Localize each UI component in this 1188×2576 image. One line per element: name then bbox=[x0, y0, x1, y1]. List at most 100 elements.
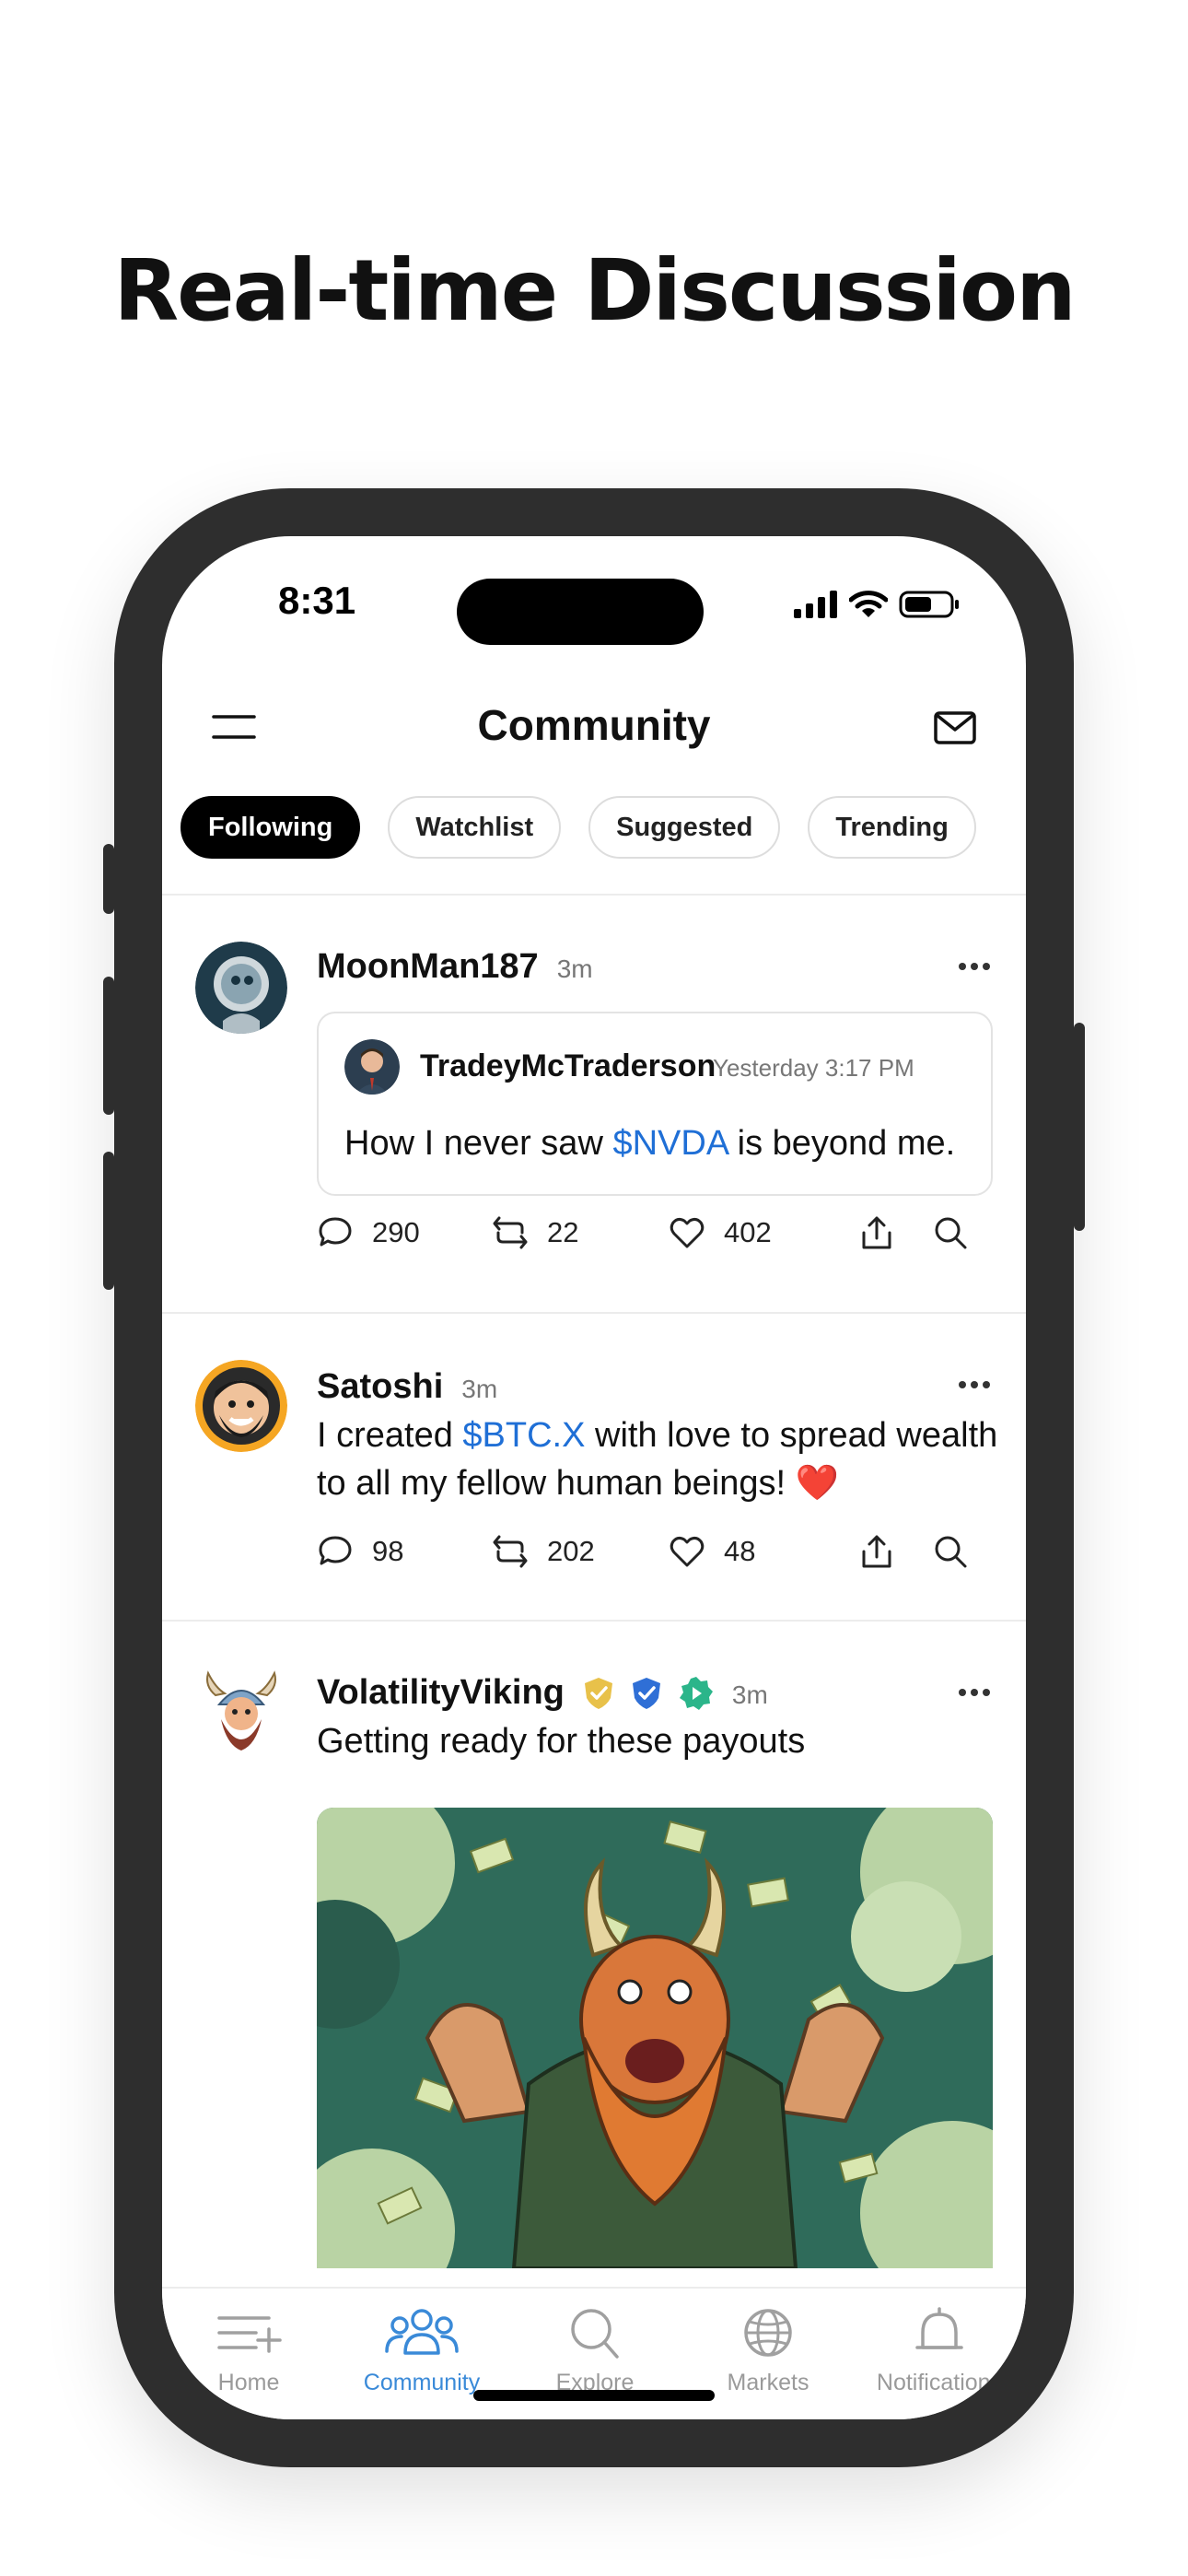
tab-label: Notifications bbox=[876, 2370, 1003, 2395]
blue-shield-badge-icon bbox=[632, 1677, 660, 1709]
repost-count: 22 bbox=[547, 1216, 579, 1248]
tab-markets[interactable]: Markets bbox=[681, 2305, 855, 2396]
comment-icon bbox=[319, 1217, 352, 1247]
chip-suggested[interactable]: Suggested bbox=[588, 796, 781, 859]
app-screen: 8:31 Community Following Watchlist Sugge… bbox=[162, 536, 1026, 2419]
text-segment: is beyond me. bbox=[728, 1124, 956, 1163]
search-icon bbox=[935, 1217, 967, 1249]
like-button[interactable]: 402 bbox=[669, 1214, 772, 1251]
bell-icon bbox=[915, 2307, 963, 2349]
divider bbox=[162, 1620, 1026, 1622]
post-text: I created $BTC.X with love to spread wea… bbox=[317, 1411, 998, 1507]
timestamp: 3m bbox=[556, 954, 593, 983]
comment-icon bbox=[319, 1536, 352, 1565]
share-button[interactable] bbox=[858, 1533, 895, 1570]
trader-avatar-icon bbox=[344, 1039, 400, 1095]
share-icon bbox=[862, 1535, 891, 1568]
more-icon[interactable] bbox=[958, 962, 991, 971]
more-icon[interactable] bbox=[958, 1688, 991, 1697]
quoted-text: How I never saw $NVDA is beyond me. bbox=[344, 1124, 955, 1164]
tab-label: Markets bbox=[727, 2370, 809, 2395]
search-icon bbox=[935, 1536, 967, 1568]
like-count: 48 bbox=[724, 1535, 756, 1567]
divider bbox=[162, 894, 1026, 896]
status-time: 8:31 bbox=[278, 579, 356, 622]
phone-volume-up bbox=[103, 977, 114, 1115]
phone-volume-down bbox=[103, 1152, 114, 1290]
username[interactable]: MoonMan187 bbox=[317, 947, 539, 987]
post-card[interactable]: Satoshi 3m I created $BTC.X with love to… bbox=[162, 1352, 1026, 1629]
ticker-link[interactable]: $BTC.X bbox=[462, 1416, 585, 1455]
status-icons bbox=[794, 590, 960, 619]
post-image[interactable] bbox=[317, 1808, 993, 2268]
badges bbox=[583, 1676, 714, 1711]
timestamp: 3m bbox=[461, 1375, 498, 1403]
divider bbox=[162, 1312, 1026, 1314]
tab-label: Community bbox=[363, 2370, 481, 2395]
post-header: VolatilityViking 3m bbox=[317, 1673, 768, 1713]
avatar[interactable] bbox=[195, 1360, 287, 1452]
heart-icon bbox=[670, 1217, 705, 1248]
home-list-icon bbox=[217, 2316, 282, 2353]
avatar[interactable] bbox=[195, 1668, 287, 1760]
post-card[interactable]: MoonMan187 3m TradeyMcTraderson Yesterda… bbox=[162, 932, 1026, 1301]
quoted-post[interactable]: TradeyMcTraderson Yesterday 3:17 PM How … bbox=[317, 1012, 993, 1196]
repost-button[interactable]: 22 bbox=[492, 1214, 578, 1251]
text-segment: How I never saw bbox=[344, 1124, 613, 1163]
repost-icon bbox=[493, 1216, 528, 1249]
comment-count: 290 bbox=[372, 1216, 420, 1248]
tab-explore[interactable]: Explore bbox=[508, 2305, 681, 2396]
ticker-link[interactable]: $NVDA bbox=[612, 1124, 728, 1163]
home-indicator[interactable] bbox=[473, 2390, 715, 2401]
repost-count: 202 bbox=[547, 1535, 595, 1567]
more-icon[interactable] bbox=[958, 1380, 991, 1389]
post-header: MoonMan187 3m bbox=[317, 947, 593, 987]
search-post-button[interactable] bbox=[932, 1214, 969, 1251]
globe-icon bbox=[744, 2309, 792, 2357]
repost-button[interactable]: 202 bbox=[492, 1533, 595, 1570]
post-actions: 290 22 402 bbox=[317, 1214, 998, 1259]
chip-trending[interactable]: Trending bbox=[808, 796, 976, 859]
comment-count: 98 bbox=[372, 1535, 404, 1567]
post-text: Getting ready for these payouts bbox=[317, 1722, 806, 1761]
dynamic-island bbox=[457, 579, 704, 645]
satoshi-avatar-icon bbox=[195, 1360, 287, 1452]
like-count: 402 bbox=[724, 1216, 772, 1248]
comment-button[interactable]: 98 bbox=[317, 1533, 403, 1570]
battery-icon bbox=[899, 591, 959, 618]
astronaut-avatar-icon bbox=[195, 942, 287, 1034]
quoted-username[interactable]: TradeyMcTraderson bbox=[420, 1048, 716, 1084]
mail-icon[interactable] bbox=[934, 711, 976, 744]
people-icon bbox=[385, 2309, 459, 2355]
tab-notifications[interactable]: Notifications bbox=[853, 2305, 1026, 2396]
text-segment: I created bbox=[317, 1416, 463, 1455]
repost-icon bbox=[493, 1535, 528, 1568]
search-post-button[interactable] bbox=[932, 1533, 969, 1570]
green-star-badge-icon bbox=[679, 1676, 713, 1710]
username[interactable]: Satoshi bbox=[317, 1367, 443, 1407]
share-button[interactable] bbox=[858, 1214, 895, 1251]
avatar[interactable] bbox=[344, 1039, 400, 1095]
heart-icon bbox=[670, 1536, 705, 1567]
like-button[interactable]: 48 bbox=[669, 1533, 755, 1570]
chip-watchlist[interactable]: Watchlist bbox=[388, 796, 562, 859]
tab-community[interactable]: Community bbox=[335, 2305, 508, 2396]
phone-frame: 8:31 Community Following Watchlist Sugge… bbox=[103, 488, 1085, 2467]
quoted-timestamp: Yesterday 3:17 PM bbox=[713, 1054, 914, 1082]
search-icon bbox=[571, 2309, 619, 2359]
post-actions: 98 202 48 bbox=[317, 1533, 998, 1577]
phone-power-button bbox=[1074, 1023, 1085, 1231]
post-card[interactable]: VolatilityViking 3m Getting ready for th… bbox=[162, 1658, 1026, 2303]
gold-shield-badge-icon bbox=[584, 1677, 612, 1709]
avatar[interactable] bbox=[195, 942, 287, 1034]
viking-avatar-icon bbox=[206, 1670, 276, 1751]
signal-icon bbox=[794, 591, 837, 618]
comment-button[interactable]: 290 bbox=[317, 1214, 420, 1251]
username[interactable]: VolatilityViking bbox=[317, 1673, 565, 1713]
phone-action-button bbox=[103, 844, 114, 914]
post-header: Satoshi 3m bbox=[317, 1367, 497, 1407]
chip-following[interactable]: Following bbox=[181, 796, 361, 859]
viking-money-illustration bbox=[317, 1808, 993, 2268]
tab-home[interactable]: Home bbox=[162, 2305, 335, 2396]
timestamp: 3m bbox=[731, 1680, 768, 1709]
